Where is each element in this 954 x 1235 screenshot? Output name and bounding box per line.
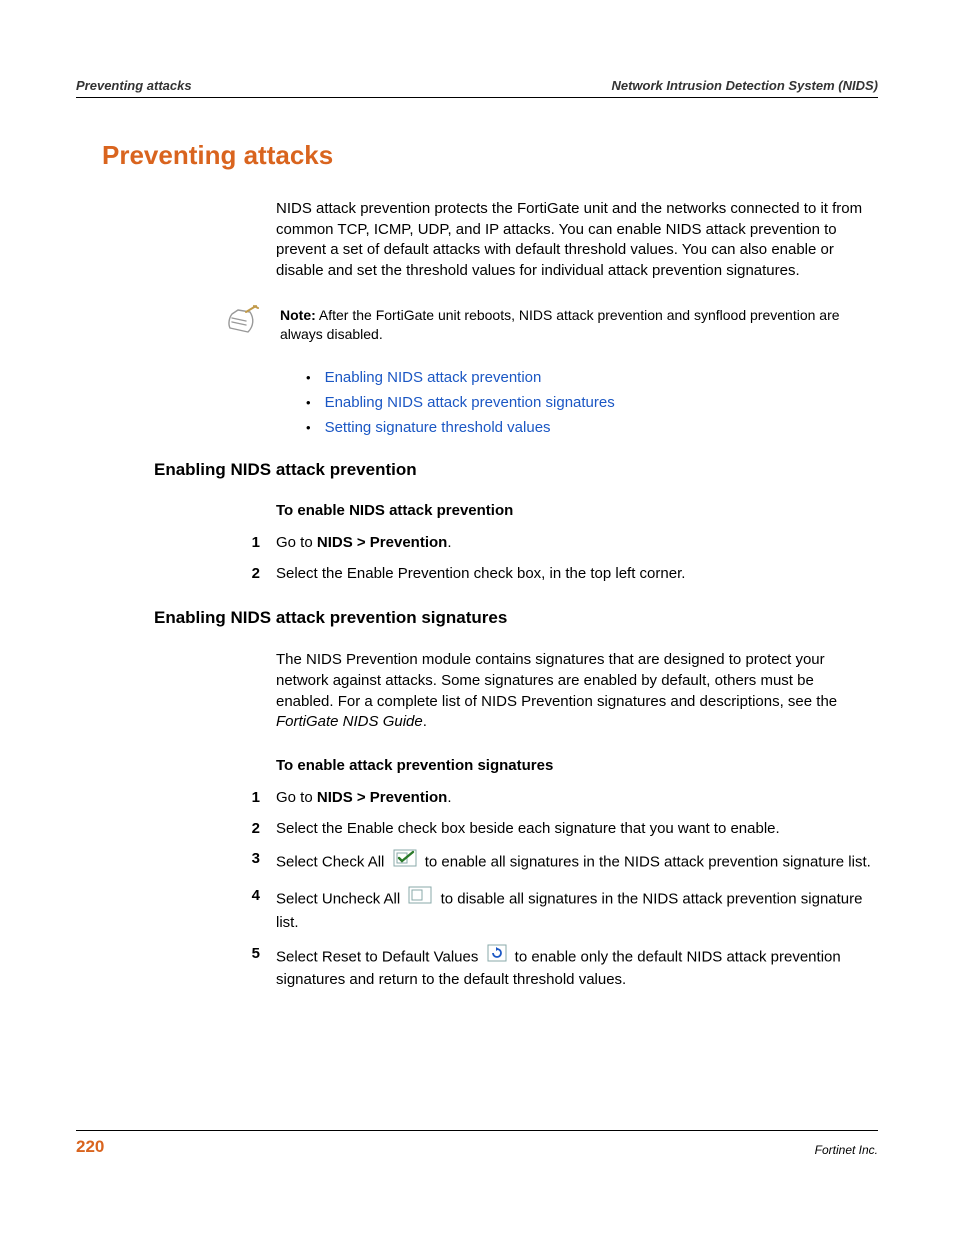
step-text: Select the Enable check box beside each … bbox=[276, 819, 874, 840]
step-item: 1 Go to NIDS > Prevention. bbox=[244, 788, 874, 809]
toc-links: • Enabling NIDS attack prevention • Enab… bbox=[306, 369, 878, 436]
steps-list-1: 1 Go to NIDS > Prevention. 2 Select the … bbox=[244, 533, 874, 584]
step-number: 3 bbox=[244, 849, 260, 876]
intro-paragraph: NIDS attack prevention protects the Fort… bbox=[276, 199, 874, 282]
link-enabling-signatures[interactable]: Enabling NIDS attack prevention signatur… bbox=[325, 394, 615, 411]
step-text: Go to NIDS > Prevention. bbox=[276, 533, 874, 554]
section-heading-2: Enabling NIDS attack prevention signatur… bbox=[154, 608, 878, 628]
page-header: Preventing attacks Network Intrusion Det… bbox=[76, 78, 878, 98]
step-item: 4 Select Uncheck All to disable all sign… bbox=[244, 886, 874, 933]
steps-list-2: 1 Go to NIDS > Prevention. 2 Select the … bbox=[244, 788, 874, 991]
bullet-icon: • bbox=[306, 370, 311, 385]
step-text: Select the Enable Prevention check box, … bbox=[276, 564, 874, 585]
note-block: Note: After the FortiGate unit reboots, … bbox=[226, 306, 874, 345]
step-item: 2 Select the Enable Prevention check box… bbox=[244, 564, 874, 585]
section-heading-1: Enabling NIDS attack prevention bbox=[154, 460, 878, 480]
step-item: 5 Select Reset to Default Values to enab… bbox=[244, 944, 874, 991]
bullet-icon: • bbox=[306, 420, 311, 435]
bullet-icon: • bbox=[306, 395, 311, 410]
step-number: 2 bbox=[244, 564, 260, 585]
note-label: Note: bbox=[280, 307, 316, 323]
step-text: Select Uncheck All to disable all signat… bbox=[276, 886, 874, 933]
step-item: 1 Go to NIDS > Prevention. bbox=[244, 533, 874, 554]
step-text: Select Check All to enable all signature… bbox=[276, 849, 874, 876]
uncheck-all-icon bbox=[408, 886, 432, 911]
procedure-title-2: To enable attack prevention signatures bbox=[276, 757, 878, 774]
page-number: 220 bbox=[76, 1137, 104, 1157]
step-number: 5 bbox=[244, 944, 260, 991]
step-number: 4 bbox=[244, 886, 260, 933]
step-item: 3 Select Check All to enable all signatu… bbox=[244, 849, 874, 876]
step-number: 1 bbox=[244, 533, 260, 554]
note-icon bbox=[226, 304, 260, 338]
section2-intro: The NIDS Prevention module contains sign… bbox=[276, 650, 874, 733]
reset-default-icon bbox=[487, 944, 507, 969]
link-enabling-prevention[interactable]: Enabling NIDS attack prevention bbox=[325, 369, 542, 386]
note-text: Note: After the FortiGate unit reboots, … bbox=[280, 306, 874, 345]
step-number: 1 bbox=[244, 788, 260, 809]
header-left: Preventing attacks bbox=[76, 78, 192, 93]
page-footer: 220 Fortinet Inc. bbox=[76, 1130, 878, 1157]
header-right: Network Intrusion Detection System (NIDS… bbox=[611, 78, 878, 93]
step-item: 2 Select the Enable check box beside eac… bbox=[244, 819, 874, 840]
check-all-icon bbox=[393, 849, 417, 874]
step-text: Go to NIDS > Prevention. bbox=[276, 788, 874, 809]
step-number: 2 bbox=[244, 819, 260, 840]
link-threshold-values[interactable]: Setting signature threshold values bbox=[325, 419, 551, 436]
page-title: Preventing attacks bbox=[102, 140, 878, 171]
procedure-title-1: To enable NIDS attack prevention bbox=[276, 502, 878, 519]
step-text: Select Reset to Default Values to enable… bbox=[276, 944, 874, 991]
company-name: Fortinet Inc. bbox=[815, 1143, 878, 1157]
